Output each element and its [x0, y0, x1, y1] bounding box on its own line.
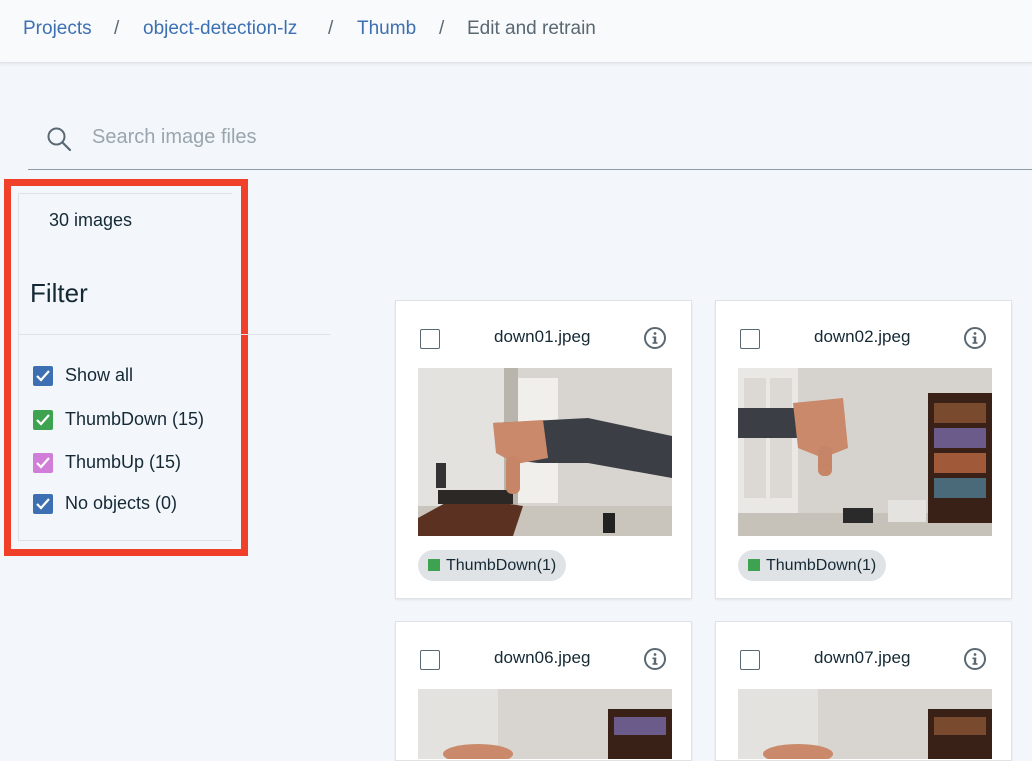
breadcrumb-project-name[interactable]: object-detection-lz	[143, 18, 297, 40]
image-card[interactable]: down07.jpeg	[715, 621, 1012, 761]
breadcrumb-separator: /	[114, 18, 120, 39]
image-card[interactable]: down01.jpeg ThumbDown(1)	[395, 300, 692, 599]
checkbox-thumbdown[interactable]	[33, 410, 53, 430]
breadcrumb-dataset[interactable]: Thumb	[357, 18, 416, 40]
image-thumbnail[interactable]	[738, 368, 992, 536]
check-icon	[36, 457, 50, 469]
check-icon	[36, 498, 50, 510]
search-icon	[47, 127, 72, 152]
filter-label: ThumbUp (15)	[65, 452, 182, 472]
info-icon[interactable]	[963, 326, 987, 350]
filter-divider	[18, 334, 330, 335]
check-icon	[36, 414, 50, 426]
select-checkbox[interactable]	[740, 329, 760, 349]
checkbox-no-objects[interactable]	[33, 494, 53, 514]
select-checkbox[interactable]	[740, 650, 760, 670]
breadcrumb-projects[interactable]: Projects	[23, 18, 92, 40]
tag-color-swatch	[748, 559, 760, 571]
image-card[interactable]: down06.jpeg	[395, 621, 692, 761]
info-icon[interactable]	[643, 647, 667, 671]
tag-label: ThumbDown(1)	[446, 557, 557, 574]
image-filename: down06.jpeg	[494, 648, 591, 667]
image-thumbnail[interactable]	[738, 689, 992, 759]
image-thumbnail[interactable]	[418, 368, 672, 536]
info-icon[interactable]	[643, 326, 667, 350]
select-checkbox[interactable]	[420, 329, 440, 349]
image-card[interactable]: down02.jpeg ThumbDown(1)	[715, 300, 1012, 599]
object-tag: ThumbDown(1)	[418, 550, 567, 581]
select-checkbox[interactable]	[420, 650, 440, 670]
object-tag: ThumbDown(1)	[738, 550, 887, 581]
search-input[interactable]	[90, 120, 994, 154]
filter-title: Filter	[30, 278, 88, 308]
checkbox-thumbup[interactable]	[33, 453, 53, 473]
top-bar: Projects / object-detection-lz / Thumb /…	[0, 0, 1032, 63]
breadcrumb-current: Edit and retrain	[467, 18, 596, 39]
search-bar	[28, 110, 1032, 170]
image-filename: down01.jpeg	[494, 327, 591, 346]
filter-label: Show all	[65, 365, 134, 385]
image-thumbnail[interactable]	[418, 689, 672, 759]
filter-label: ThumbDown (15)	[65, 409, 205, 429]
filter-label: No objects (0)	[65, 493, 178, 513]
image-filename: down07.jpeg	[814, 648, 911, 667]
breadcrumb-separator: /	[439, 18, 445, 39]
checkbox-show-all[interactable]	[33, 366, 53, 386]
breadcrumb-separator: /	[328, 18, 334, 39]
check-icon	[36, 370, 50, 382]
tag-label: ThumbDown(1)	[766, 557, 877, 574]
info-icon[interactable]	[963, 647, 987, 671]
image-count: 30 images	[49, 210, 133, 230]
image-filename: down02.jpeg	[814, 327, 911, 346]
tag-color-swatch	[428, 559, 440, 571]
